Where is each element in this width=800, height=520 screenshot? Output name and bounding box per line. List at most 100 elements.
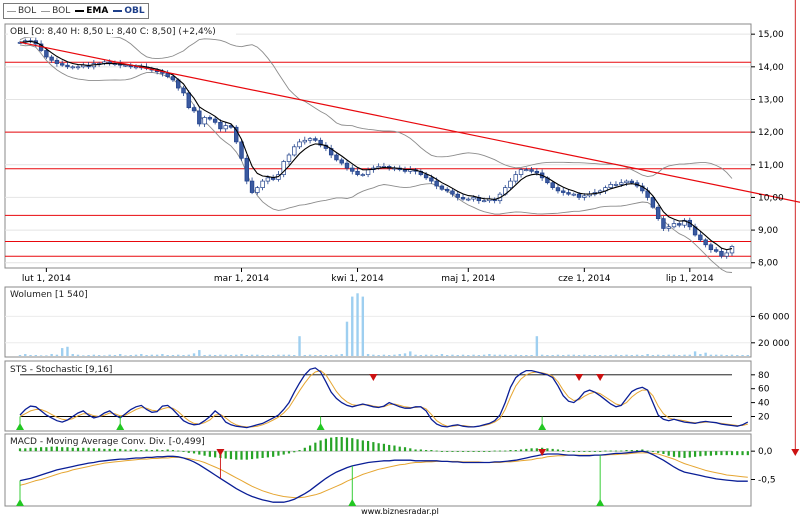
macd-histogram-bar xyxy=(372,442,375,452)
macd-histogram-bar xyxy=(493,450,496,452)
macd-histogram-bar xyxy=(472,451,475,452)
candle-body xyxy=(571,193,576,196)
macd-histogram-bar xyxy=(134,449,138,452)
volume-bar xyxy=(625,354,628,356)
volume-bar xyxy=(166,355,169,356)
volume-bar xyxy=(419,355,423,356)
price-panel-frame xyxy=(4,23,752,269)
macd-histogram-bar xyxy=(303,447,306,452)
macd-histogram-bar xyxy=(435,450,438,452)
macd-histogram-bar xyxy=(451,451,454,452)
volume-bar xyxy=(50,354,53,356)
volume-bar xyxy=(224,354,227,356)
macd-histogram-bar xyxy=(282,451,285,455)
volume-bar xyxy=(129,355,132,356)
macd-histogram-bar xyxy=(446,451,449,452)
volume-bar xyxy=(393,354,396,356)
macd-histogram-bar xyxy=(514,450,517,452)
volume-bar xyxy=(651,355,655,356)
volume-bar xyxy=(187,354,190,356)
volume-bar xyxy=(583,354,586,356)
macd-histogram-bar xyxy=(61,447,64,452)
stochastic-tick-label: 60 xyxy=(758,385,770,395)
macd-histogram-bar xyxy=(140,450,143,452)
macd-histogram-bar xyxy=(39,447,43,452)
volume-bar xyxy=(140,354,143,356)
volume-bar xyxy=(704,352,707,356)
stochastic-panel: 80 60 40 20 STS - Stochastic [9,16] xyxy=(4,360,770,432)
macd-histogram-bar xyxy=(599,451,602,452)
candle-body xyxy=(307,138,313,141)
volume-bar xyxy=(409,351,412,356)
macd-histogram-bar xyxy=(398,446,401,452)
macd-histogram-bar xyxy=(461,451,465,452)
volume-bar xyxy=(18,355,22,356)
macd-histogram-bar xyxy=(366,440,370,452)
macd-panel-title: MACD - Moving Average Conv. Div. [-0,499… xyxy=(10,437,205,447)
macd-histogram-bar xyxy=(699,451,702,457)
candle-body xyxy=(460,197,466,200)
volume-bar xyxy=(662,355,665,356)
macd-histogram-bar xyxy=(156,449,159,452)
volume-bar xyxy=(693,351,697,356)
candle-body xyxy=(666,226,671,229)
candle-body xyxy=(445,188,450,192)
candle-body xyxy=(703,239,708,246)
candle-body xyxy=(439,185,445,190)
volume-bar xyxy=(609,355,612,356)
volume-bar xyxy=(329,355,333,356)
candle-body xyxy=(339,159,344,164)
volume-bar xyxy=(66,346,69,356)
macd-histogram-bar xyxy=(314,442,317,452)
candle-body xyxy=(344,162,350,169)
candle-body xyxy=(624,180,629,184)
candle-body xyxy=(65,64,70,68)
x-tick-label: kwi 1, 2014 xyxy=(331,274,384,284)
macd-histogram-bar xyxy=(214,451,217,458)
macd-histogram-bar xyxy=(440,451,444,452)
macd-histogram-bar xyxy=(577,451,581,452)
volume-bar xyxy=(498,354,502,356)
volume-bar xyxy=(113,355,117,356)
macd-histogram-bar xyxy=(166,449,169,452)
candle-body xyxy=(292,146,297,156)
volume-bar xyxy=(440,354,444,356)
candle-body xyxy=(249,180,255,193)
macd-histogram-bar xyxy=(171,450,175,452)
macd-histogram-bar xyxy=(356,439,359,452)
volume-bar xyxy=(24,354,27,356)
candle-body xyxy=(265,177,271,182)
volume-bar xyxy=(630,355,633,356)
macd-histogram-bar xyxy=(203,451,206,456)
volume-bar xyxy=(29,355,32,356)
macd-histogram-bar xyxy=(92,448,95,452)
volume-bar xyxy=(319,355,322,356)
candle-body xyxy=(555,187,561,192)
volume-bar xyxy=(71,354,74,356)
volume-bar xyxy=(182,355,185,356)
macd-histogram-bar xyxy=(335,437,338,452)
volume-bar xyxy=(256,354,259,356)
volume-bar xyxy=(335,354,338,356)
macd-histogram-bar xyxy=(572,451,575,452)
macd-histogram-bar xyxy=(245,451,248,460)
volume-bar xyxy=(446,355,449,356)
candle-body xyxy=(255,187,260,193)
volume-bar xyxy=(467,355,470,356)
volume-bar xyxy=(308,354,312,356)
volume-panel-frame xyxy=(4,286,752,358)
volume-bar xyxy=(699,354,702,356)
candle-body xyxy=(729,246,735,254)
volume-bar xyxy=(97,355,101,356)
volume-bar xyxy=(161,354,164,356)
volume-bar xyxy=(387,355,391,356)
volume-bar xyxy=(245,355,248,356)
volume-bar xyxy=(171,355,175,356)
macd-histogram-bar xyxy=(715,451,718,456)
volume-bar xyxy=(456,355,459,356)
macd-histogram-bar xyxy=(409,448,412,452)
volume-bar xyxy=(119,354,122,356)
macd-histogram-bar xyxy=(45,447,48,452)
volume-bar xyxy=(720,354,723,356)
candle-body xyxy=(613,184,619,186)
